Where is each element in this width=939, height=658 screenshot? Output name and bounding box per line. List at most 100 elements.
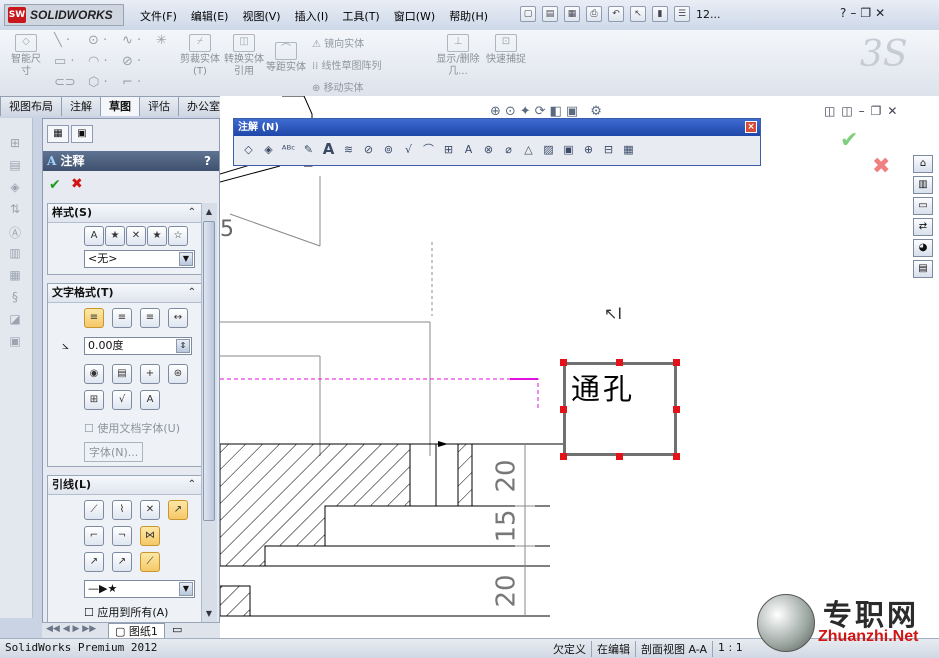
- annotation-toolbar-header[interactable]: 注解 (N) ×: [234, 119, 760, 136]
- view-palette-icon[interactable]: ⇄: [913, 218, 933, 236]
- text-format-group-header[interactable]: 文字格式(T) ⌃: [48, 284, 201, 303]
- fillet-icon[interactable]: ⌐ ·: [122, 75, 141, 90]
- use-document-font-checkbox[interactable]: ☐ 使用文档字体(U): [84, 420, 180, 436]
- leader-to-text-icon[interactable]: ↗: [112, 552, 132, 572]
- strip-tool-4-icon[interactable]: ⇅: [7, 202, 23, 218]
- leader-straight-icon[interactable]: ⟋: [84, 500, 104, 520]
- lock-unlock-symbol-icon[interactable]: ⊛: [168, 364, 188, 384]
- menu-help[interactable]: 帮助(H): [442, 8, 495, 24]
- note-handle[interactable]: [673, 406, 680, 413]
- cancel-button[interactable]: ✖: [71, 176, 83, 192]
- sheet-nav-icon[interactable]: ◀◀ ◀ ▶ ▶▶: [46, 624, 96, 634]
- surface-finish-icon[interactable]: √: [400, 141, 417, 158]
- minimize-icon[interactable]: –: [850, 6, 856, 20]
- leader-left-icon[interactable]: ⌐: [84, 526, 104, 546]
- tab-evaluate[interactable]: 评估: [139, 96, 179, 116]
- strip-tool-8-icon[interactable]: §: [7, 290, 23, 306]
- link-to-property-icon[interactable]: ▤: [112, 364, 132, 384]
- move-entities-button[interactable]: ⊕ 移动实体: [312, 79, 364, 94]
- strip-tool-6-icon[interactable]: ▥: [7, 246, 23, 262]
- dimension-text[interactable]: 20: [492, 459, 522, 492]
- cancel-x-icon[interactable]: ✖: [872, 154, 890, 179]
- scroll-up-icon[interactable]: ▲: [203, 205, 215, 219]
- note-handle[interactable]: [673, 453, 680, 460]
- style-select[interactable]: <无> ▼: [84, 250, 195, 268]
- property-manager-scrollbar[interactable]: ▲ ▼: [201, 203, 217, 623]
- confirm-check-icon[interactable]: ✔: [840, 128, 858, 153]
- open-file-icon[interactable]: ▤: [542, 6, 558, 22]
- heads-up-view-toolbar[interactable]: ⊕⊙✦⟳◧▣ ⚙: [490, 104, 606, 119]
- tab-annotation[interactable]: 注解: [61, 96, 101, 116]
- menu-file[interactable]: 文件(F): [133, 8, 184, 24]
- rebuild-icon[interactable]: ▮: [652, 6, 668, 22]
- quick-snap-button[interactable]: ⊡ 快速捕捉: [486, 34, 526, 66]
- weld-symbol-icon[interactable]: ⌒: [420, 141, 437, 158]
- dimension-text[interactable]: 20: [492, 574, 522, 607]
- linear-pattern-button[interactable]: ⁞⁞ 线性草图阵列: [312, 57, 382, 72]
- help-icon[interactable]: ?: [840, 6, 846, 20]
- arc-icon[interactable]: ◠ ·: [88, 54, 108, 69]
- convert-entities-button[interactable]: ◫ 转换实体引用: [224, 34, 264, 78]
- design-library-icon[interactable]: ▥: [913, 176, 933, 194]
- smart-dimension-button[interactable]: ◇ 智能尺寸: [8, 34, 44, 78]
- note-handle[interactable]: [560, 453, 567, 460]
- tab-view-layout[interactable]: 视图布局: [0, 96, 62, 116]
- mirror-entities-button[interactable]: ⚠ 镜向实体: [312, 35, 364, 50]
- close-icon[interactable]: ×: [745, 121, 757, 133]
- centerline-icon[interactable]: ⊟: [600, 141, 617, 158]
- offset-entities-button[interactable]: ⌒ 等距实体: [266, 42, 306, 74]
- new-file-icon[interactable]: ▢: [520, 6, 536, 22]
- circle-icon[interactable]: ⊙ ·: [88, 33, 107, 48]
- note-handle[interactable]: [616, 453, 623, 460]
- datum-feature-icon[interactable]: A: [140, 390, 160, 410]
- show-hide-relations-button[interactable]: ⊥ 显示/删除几...: [436, 34, 480, 78]
- align-left-icon[interactable]: ≡: [84, 308, 104, 328]
- restore-icon[interactable]: ❐: [860, 6, 871, 20]
- strip-tool-2-icon[interactable]: ▤: [7, 158, 23, 174]
- datum-feature-icon[interactable]: A: [460, 141, 477, 158]
- balloon-icon[interactable]: ⊘: [360, 141, 377, 158]
- insert-hyperlink-icon[interactable]: ◉: [84, 364, 104, 384]
- scroll-thumb[interactable]: [203, 221, 215, 521]
- spline-icon[interactable]: ∿ ·: [122, 33, 141, 48]
- menu-edit[interactable]: 编辑(E): [184, 8, 236, 24]
- strip-tool-9-icon[interactable]: ◪: [7, 312, 23, 328]
- appearances-icon[interactable]: ◕: [913, 239, 933, 257]
- menu-view[interactable]: 视图(V): [235, 8, 287, 24]
- custom-properties-icon[interactable]: ▤: [913, 260, 933, 278]
- select-icon[interactable]: ↖: [630, 6, 646, 22]
- strip-tool-5-icon[interactable]: Ⓐ: [7, 224, 23, 240]
- dimension-text[interactable]: 15: [492, 509, 522, 542]
- font-button[interactable]: 字体(N)...: [84, 442, 144, 462]
- ellipse-icon[interactable]: ⊘ ·: [122, 54, 141, 69]
- rectangle-icon[interactable]: ▭ ·: [54, 54, 75, 69]
- menu-window[interactable]: 窗口(W): [387, 8, 442, 24]
- geometric-tolerance-icon[interactable]: ⊞: [84, 390, 104, 410]
- linear-note-pattern-icon[interactable]: ≋: [340, 141, 357, 158]
- tab-sketch[interactable]: 草图: [100, 96, 140, 116]
- note-icon[interactable]: A: [320, 141, 337, 158]
- viewport-window-controls[interactable]: ◫◫–❐✕: [824, 104, 904, 118]
- line-icon[interactable]: ╲ ·: [54, 33, 70, 48]
- leader-group-header[interactable]: 引线(L) ⌃: [48, 476, 201, 495]
- note-handle[interactable]: [616, 359, 623, 366]
- leader-right-icon[interactable]: ¬: [112, 526, 132, 546]
- trim-entities-button[interactable]: ⌿ 剪裁实体(T): [180, 34, 220, 78]
- align-right-icon[interactable]: ≡: [140, 308, 160, 328]
- justify-icon[interactable]: ↔: [168, 308, 188, 328]
- note-handle[interactable]: [673, 359, 680, 366]
- apply-style-icon[interactable]: A: [84, 226, 104, 246]
- add-style-icon[interactable]: ★: [105, 226, 125, 246]
- arrow-style-select[interactable]: —▶★ ▼: [84, 580, 195, 598]
- angle-input[interactable]: 0.00度 ⇕: [84, 337, 192, 355]
- spinner-icon[interactable]: ⇕: [176, 339, 190, 353]
- delete-style-icon[interactable]: ✕: [126, 226, 146, 246]
- surface-finish-icon[interactable]: √: [112, 390, 132, 410]
- strip-tool-1-icon[interactable]: ⊞: [7, 136, 23, 152]
- leader-bent-icon[interactable]: ⌇: [112, 500, 132, 520]
- app-logo[interactable]: SW SOLIDWORKS: [4, 4, 124, 26]
- note-handle[interactable]: [560, 359, 567, 366]
- block-icon[interactable]: ▣: [560, 141, 577, 158]
- file-explorer-icon[interactable]: ▭: [913, 197, 933, 215]
- add-symbol-icon[interactable]: +: [140, 364, 160, 384]
